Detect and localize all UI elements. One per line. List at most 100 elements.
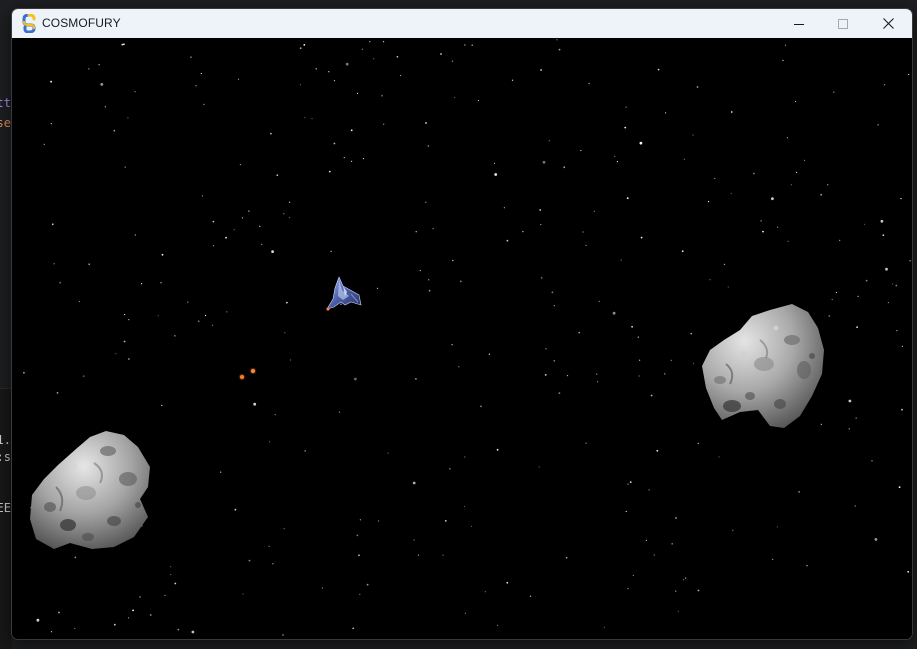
star <box>762 230 764 233</box>
star <box>900 198 902 200</box>
star <box>596 373 598 375</box>
star <box>637 336 639 338</box>
star <box>707 201 710 203</box>
star <box>396 55 399 58</box>
star <box>454 96 456 99</box>
star <box>272 563 274 565</box>
star <box>665 112 667 114</box>
star <box>220 471 222 473</box>
star <box>451 344 453 346</box>
star <box>50 80 52 83</box>
star <box>452 259 454 262</box>
star <box>863 223 866 225</box>
star <box>241 217 244 219</box>
star <box>191 630 195 634</box>
star <box>359 593 361 595</box>
star <box>113 129 116 132</box>
star <box>203 103 205 105</box>
star <box>612 311 616 315</box>
star <box>632 574 634 577</box>
star <box>784 44 787 46</box>
star <box>361 48 363 50</box>
star <box>671 543 673 545</box>
star <box>413 539 415 541</box>
star <box>259 225 261 227</box>
star <box>790 184 793 186</box>
star <box>675 517 677 519</box>
star <box>161 404 163 406</box>
star <box>664 373 666 375</box>
close-button[interactable] <box>865 9 911 38</box>
code-fragment: tt <box>0 97 11 109</box>
star <box>177 628 180 631</box>
maximize-button[interactable] <box>820 9 866 38</box>
star <box>53 263 55 265</box>
star <box>427 145 430 147</box>
star <box>201 195 204 197</box>
star <box>614 155 616 157</box>
star <box>123 340 126 343</box>
star <box>488 353 490 355</box>
star <box>675 590 677 592</box>
star <box>732 529 734 531</box>
star <box>356 92 359 94</box>
star <box>477 99 479 102</box>
star <box>833 91 835 93</box>
star <box>134 91 136 93</box>
star <box>464 612 466 614</box>
star <box>100 83 104 86</box>
star <box>459 280 462 283</box>
star <box>428 289 431 292</box>
star <box>692 134 694 136</box>
star <box>286 301 288 304</box>
star <box>503 207 505 209</box>
star <box>98 64 100 66</box>
star <box>566 375 569 377</box>
star <box>354 377 357 381</box>
star <box>269 441 271 443</box>
star <box>727 286 729 288</box>
star <box>369 41 371 43</box>
star <box>806 565 808 567</box>
title-bar[interactable]: COSMOFURY <box>12 9 912 38</box>
star <box>253 402 257 406</box>
star <box>901 408 903 411</box>
star <box>304 450 307 452</box>
star <box>627 483 629 485</box>
star <box>616 161 619 163</box>
star <box>299 47 302 50</box>
star <box>387 452 389 454</box>
maximize-icon <box>838 18 848 29</box>
star <box>58 611 60 614</box>
star <box>261 243 263 245</box>
minimize-button[interactable] <box>776 9 822 38</box>
star <box>356 534 359 537</box>
star <box>132 609 134 612</box>
star <box>624 126 627 129</box>
star <box>271 250 274 254</box>
star <box>796 171 798 173</box>
star <box>442 554 444 556</box>
star <box>854 505 856 507</box>
star <box>400 74 402 77</box>
game-canvas[interactable] <box>12 38 912 639</box>
star <box>417 554 420 556</box>
star <box>471 44 473 46</box>
game-window: COSMOFURY <box>11 8 913 640</box>
star <box>43 143 45 145</box>
star <box>484 591 486 593</box>
star <box>645 539 648 541</box>
star <box>582 231 584 233</box>
star <box>895 284 898 287</box>
star <box>839 239 841 241</box>
star <box>585 244 587 246</box>
star <box>343 157 345 159</box>
star <box>358 554 360 557</box>
star <box>74 556 77 559</box>
star <box>540 223 542 226</box>
star <box>124 166 126 168</box>
star <box>276 174 279 177</box>
star <box>683 579 685 581</box>
star <box>506 581 509 584</box>
star <box>656 449 659 452</box>
